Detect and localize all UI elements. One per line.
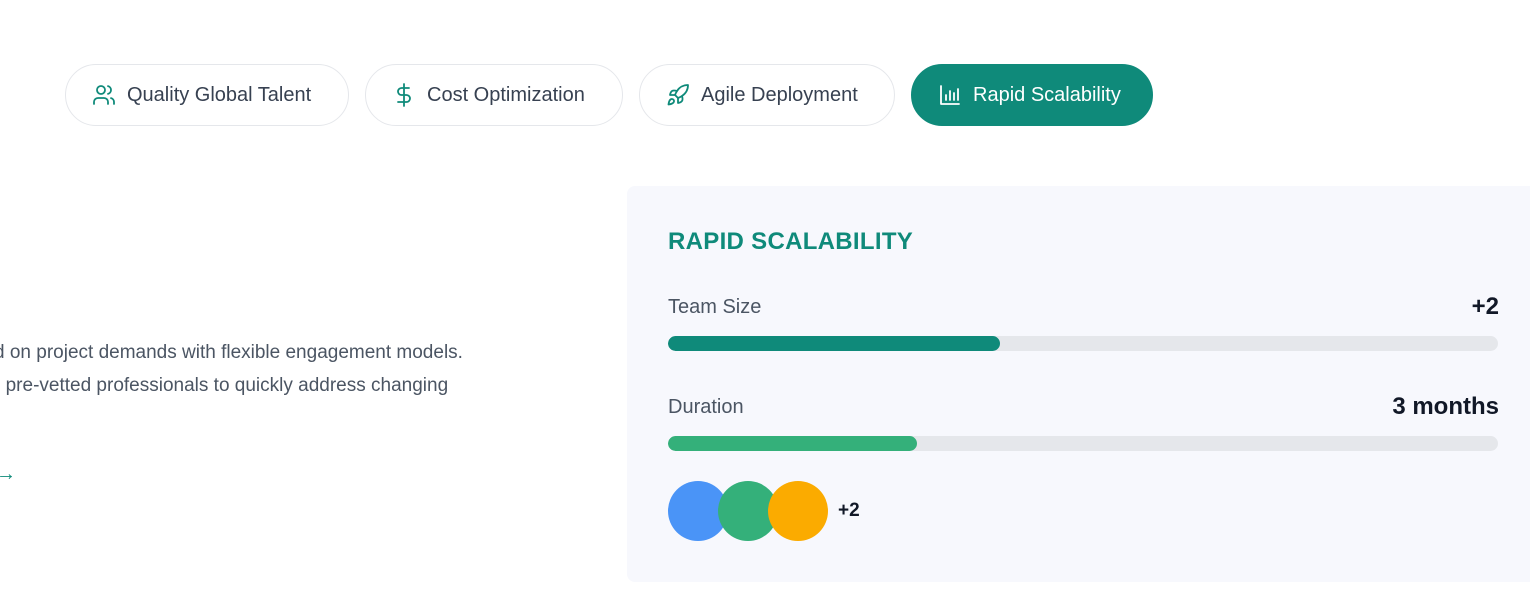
scalability-panel: RAPID SCALABILITY Team Size +2 Duration … xyxy=(627,186,1530,582)
arrow-right-icon: → xyxy=(0,463,16,485)
team-size-label: Team Size xyxy=(668,296,762,318)
page: Quality Global Talent Cost Optimization xyxy=(0,0,1530,593)
duration-label: Duration xyxy=(668,396,744,418)
users-icon xyxy=(91,82,117,108)
tab-label: Rapid Scalability xyxy=(973,83,1121,106)
avatar xyxy=(768,481,828,541)
duration-value: 3 months xyxy=(1392,393,1499,420)
description-line: ) pre-vetted professionals to quickly ad… xyxy=(0,375,449,396)
tab-label: Quality Global Talent xyxy=(127,83,312,106)
tab-rapid-scalability[interactable]: Rapid Scalability xyxy=(911,64,1153,126)
tab-cost-optimization[interactable]: Cost Optimization xyxy=(365,64,623,126)
duration-progress-fill xyxy=(668,436,917,451)
duration-progress-track xyxy=(668,436,1498,451)
team-size-value: +2 xyxy=(1471,293,1499,320)
avatar-group: +2 xyxy=(668,481,860,541)
team-size-progress-fill xyxy=(668,336,1000,351)
feature-description: d on project demands with flexible engag… xyxy=(0,336,594,402)
team-size-progress-track xyxy=(668,336,1498,351)
avatar-more-count: +2 xyxy=(838,500,860,521)
tab-quality-global-talent[interactable]: Quality Global Talent xyxy=(65,64,349,126)
panel-title: RAPID SCALABILITY xyxy=(668,228,914,255)
learn-more-link[interactable]: → xyxy=(0,463,16,486)
tab-agile-deployment[interactable]: Agile Deployment xyxy=(639,64,895,126)
feature-tabs: Quality Global Talent Cost Optimization xyxy=(65,64,1153,126)
tab-label: Agile Deployment xyxy=(701,83,858,106)
rocket-icon xyxy=(665,82,691,108)
tab-label: Cost Optimization xyxy=(427,83,585,106)
dollar-icon xyxy=(391,82,417,108)
bar-chart-icon xyxy=(937,82,963,108)
description-line: d on project demands with flexible engag… xyxy=(0,342,463,363)
